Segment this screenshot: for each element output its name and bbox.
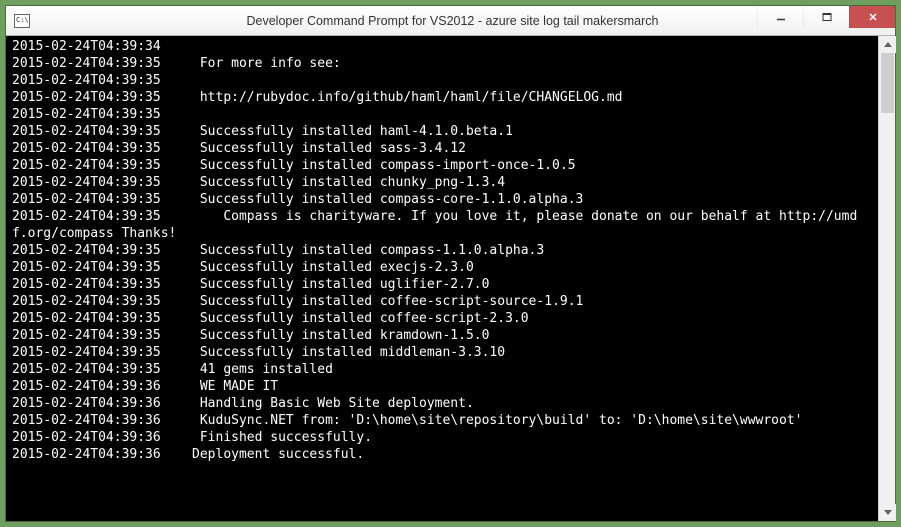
vertical-scrollbar[interactable]	[878, 36, 895, 521]
cmd-icon	[14, 14, 30, 28]
log-line: 2015-02-24T04:39:35 Successfully install…	[12, 293, 878, 310]
log-line: 2015-02-24T04:39:36 KuduSync.NET from: '…	[12, 412, 878, 429]
window-controls	[757, 6, 895, 28]
log-line: 2015-02-24T04:39:34	[12, 38, 878, 55]
log-line: 2015-02-24T04:39:35 For more info see:	[12, 55, 878, 72]
log-line: 2015-02-24T04:39:35 Successfully install…	[12, 276, 878, 293]
titlebar[interactable]: Developer Command Prompt for VS2012 - az…	[6, 6, 895, 36]
scroll-down-arrow-icon[interactable]	[879, 504, 896, 521]
log-line: 2015-02-24T04:39:36 WE MADE IT	[12, 378, 878, 395]
log-line: 2015-02-24T04:39:35 Successfully install…	[12, 191, 878, 208]
close-button[interactable]	[849, 6, 895, 28]
scrollbar-thumb[interactable]	[881, 53, 894, 113]
log-line: 2015-02-24T04:39:35 Successfully install…	[12, 259, 878, 276]
log-line: 2015-02-24T04:39:35 Successfully install…	[12, 327, 878, 344]
log-line: 2015-02-24T04:39:35	[12, 72, 878, 89]
console-window: Developer Command Prompt for VS2012 - az…	[5, 5, 896, 522]
minimize-button[interactable]	[757, 6, 803, 28]
log-line: 2015-02-24T04:39:36 Finished successfull…	[12, 429, 878, 446]
log-line: 2015-02-24T04:39:35 Successfully install…	[12, 242, 878, 259]
maximize-button[interactable]	[803, 6, 849, 28]
log-line: 2015-02-24T04:39:35 Compass is charitywa…	[12, 208, 878, 225]
log-line: 2015-02-24T04:39:35	[12, 106, 878, 123]
log-line: 2015-02-24T04:39:35 Successfully install…	[12, 344, 878, 361]
log-line: 2015-02-24T04:39:35 Successfully install…	[12, 123, 878, 140]
log-line: 2015-02-24T04:39:36 Handling Basic Web S…	[12, 395, 878, 412]
log-line: f.org/compass Thanks!	[12, 225, 878, 242]
log-line: 2015-02-24T04:39:35 Successfully install…	[12, 174, 878, 191]
log-line: 2015-02-24T04:39:35 Successfully install…	[12, 140, 878, 157]
log-line: 2015-02-24T04:39:36 Deployment successfu…	[12, 446, 878, 463]
log-line: 2015-02-24T04:39:35 Successfully install…	[12, 310, 878, 327]
log-line: 2015-02-24T04:39:35 http://rubydoc.info/…	[12, 89, 878, 106]
console-body: 2015-02-24T04:39:34 2015-02-24T04:39:35 …	[6, 36, 895, 521]
log-line: 2015-02-24T04:39:35 41 gems installed	[12, 361, 878, 378]
scroll-up-arrow-icon[interactable]	[879, 36, 896, 53]
console-output[interactable]: 2015-02-24T04:39:34 2015-02-24T04:39:35 …	[6, 36, 878, 521]
log-line: 2015-02-24T04:39:35 Successfully install…	[12, 157, 878, 174]
